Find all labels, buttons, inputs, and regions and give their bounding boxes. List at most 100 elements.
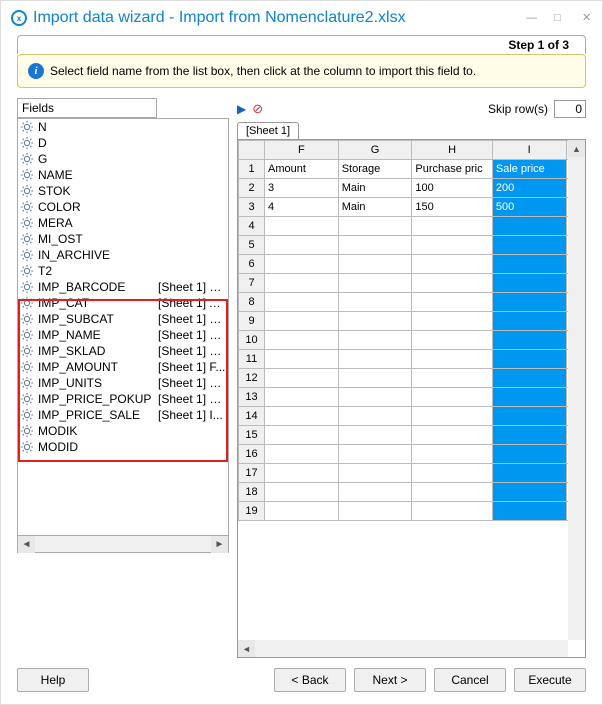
row-number[interactable]: 5 xyxy=(239,236,265,255)
grid-cell[interactable] xyxy=(412,350,492,369)
field-item[interactable]: IN_ARCHIVE xyxy=(18,247,228,263)
grid-cell[interactable] xyxy=(338,217,412,236)
next-button[interactable]: Next > xyxy=(354,668,426,692)
field-item[interactable]: G xyxy=(18,151,228,167)
grid-cell[interactable] xyxy=(492,312,566,331)
grid-cell[interactable] xyxy=(338,293,412,312)
grid-cell[interactable] xyxy=(338,312,412,331)
close-button[interactable]: ✕ xyxy=(582,13,592,23)
row-number[interactable]: 6 xyxy=(239,255,265,274)
grid-cell[interactable] xyxy=(412,369,492,388)
grid-cell[interactable]: Main xyxy=(338,198,412,217)
grid-cell[interactable]: 4 xyxy=(265,198,339,217)
grid-cell[interactable] xyxy=(412,388,492,407)
skip-input[interactable] xyxy=(554,100,586,118)
grid-cell[interactable] xyxy=(265,369,339,388)
stop-icon[interactable]: ⊘ xyxy=(252,101,263,117)
grid-cell[interactable]: 200 xyxy=(492,179,566,198)
grid-cell[interactable] xyxy=(492,445,566,464)
grid-cell[interactable] xyxy=(412,502,492,521)
grid-cell[interactable] xyxy=(412,464,492,483)
grid-cell[interactable] xyxy=(265,236,339,255)
grid-cell[interactable] xyxy=(412,445,492,464)
grid-cell[interactable] xyxy=(265,312,339,331)
grid-cell[interactable] xyxy=(338,445,412,464)
scroll-up-icon[interactable]: ▲ xyxy=(568,140,585,157)
field-item[interactable]: IMP_SUBCAT[Sheet 1] B... xyxy=(18,311,228,327)
scroll-left-icon[interactable]: ◄ xyxy=(18,536,35,553)
grid-cell[interactable] xyxy=(412,255,492,274)
row-number[interactable]: 11 xyxy=(239,350,265,369)
grid-cell[interactable] xyxy=(412,274,492,293)
field-item[interactable]: IMP_AMOUNT[Sheet 1] F... xyxy=(18,359,228,375)
grid-cell[interactable] xyxy=(492,502,566,521)
play-icon[interactable]: ▶ xyxy=(237,102,246,116)
grid-cell[interactable] xyxy=(265,502,339,521)
row-number[interactable]: 1 xyxy=(239,160,265,179)
row-number[interactable]: 7 xyxy=(239,274,265,293)
field-item[interactable]: T2 xyxy=(18,263,228,279)
grid-cell[interactable] xyxy=(265,483,339,502)
field-item[interactable]: MODIK xyxy=(18,423,228,439)
grid-cell[interactable] xyxy=(265,293,339,312)
grid-cell[interactable] xyxy=(265,350,339,369)
help-button[interactable]: Help xyxy=(17,668,89,692)
grid-cell[interactable] xyxy=(412,426,492,445)
grid-cell[interactable]: Sale price xyxy=(492,160,566,179)
column-header[interactable]: G xyxy=(338,141,412,160)
row-number[interactable]: 17 xyxy=(239,464,265,483)
grid-cell[interactable] xyxy=(492,426,566,445)
grid-cell[interactable]: 100 xyxy=(412,179,492,198)
column-header[interactable]: H xyxy=(412,141,492,160)
execute-button[interactable]: Execute xyxy=(514,668,586,692)
fields-list[interactable]: NDGNAMESTOKCOLORMERAMI_OSTIN_ARCHIVET2IM… xyxy=(17,118,229,536)
row-number[interactable]: 12 xyxy=(239,369,265,388)
grid-cell[interactable] xyxy=(338,274,412,293)
field-item[interactable]: IMP_SKLAD[Sheet 1] G... xyxy=(18,343,228,359)
row-number[interactable]: 2 xyxy=(239,179,265,198)
grid-cell[interactable] xyxy=(412,217,492,236)
grid-cell[interactable] xyxy=(265,331,339,350)
grid-cell[interactable] xyxy=(338,369,412,388)
grid-cell[interactable] xyxy=(265,217,339,236)
field-item[interactable]: COLOR xyxy=(18,199,228,215)
grid-cell[interactable]: Storage xyxy=(338,160,412,179)
column-header[interactable]: I xyxy=(492,141,566,160)
scroll-right-icon[interactable]: ► xyxy=(211,536,228,553)
grid-cell[interactable] xyxy=(265,388,339,407)
row-number[interactable]: 9 xyxy=(239,312,265,331)
grid-cell[interactable] xyxy=(492,331,566,350)
grid-cell[interactable] xyxy=(338,407,412,426)
row-number[interactable]: 16 xyxy=(239,445,265,464)
field-item[interactable]: IMP_UNITS[Sheet 1] D... xyxy=(18,375,228,391)
field-item[interactable]: N xyxy=(18,119,228,135)
row-number[interactable]: 8 xyxy=(239,293,265,312)
grid-cell[interactable] xyxy=(265,445,339,464)
grid-cell[interactable] xyxy=(338,502,412,521)
grid-cell[interactable] xyxy=(492,464,566,483)
back-button[interactable]: < Back xyxy=(274,668,346,692)
grid-cell[interactable] xyxy=(412,236,492,255)
grid-cell[interactable] xyxy=(492,483,566,502)
row-number[interactable]: 3 xyxy=(239,198,265,217)
row-number[interactable]: 19 xyxy=(239,502,265,521)
grid-cell[interactable] xyxy=(412,293,492,312)
grid-cell[interactable] xyxy=(412,331,492,350)
grid-cell[interactable] xyxy=(265,274,339,293)
field-item[interactable]: IMP_PRICE_SALE[Sheet 1] I... xyxy=(18,407,228,423)
row-number[interactable]: 18 xyxy=(239,483,265,502)
row-number[interactable]: 10 xyxy=(239,331,265,350)
grid-cell[interactable]: Main xyxy=(338,179,412,198)
field-item[interactable]: IMP_CAT[Sheet 1] A... xyxy=(18,295,228,311)
grid-cell[interactable] xyxy=(265,255,339,274)
grid-cell[interactable]: 3 xyxy=(265,179,339,198)
grid-cell[interactable] xyxy=(338,236,412,255)
row-number[interactable]: 4 xyxy=(239,217,265,236)
field-item[interactable]: IMP_PRICE_POKUP[Sheet 1] H... xyxy=(18,391,228,407)
grid-cell[interactable] xyxy=(492,217,566,236)
grid-cell[interactable] xyxy=(338,350,412,369)
minimize-button[interactable]: — xyxy=(526,13,536,23)
grid-hscroll[interactable]: ◄ xyxy=(238,640,568,657)
grid-cell[interactable] xyxy=(492,274,566,293)
grid-cell[interactable]: 500 xyxy=(492,198,566,217)
